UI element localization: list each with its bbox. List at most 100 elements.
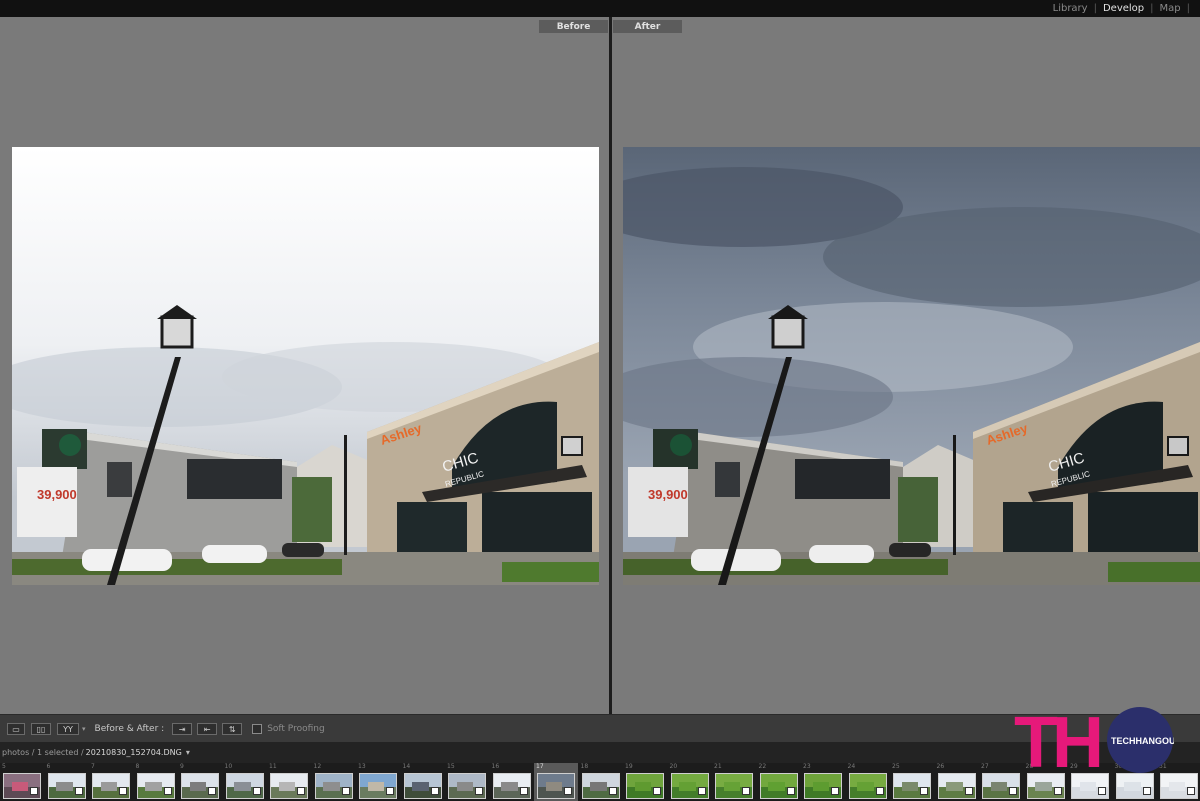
view-dropdown-arrow-icon[interactable]: ▾ <box>82 725 86 733</box>
edited-badge-icon <box>964 787 973 795</box>
billboard-price-after: 39,900 <box>648 487 688 502</box>
before-after-yy-button[interactable]: YY <box>57 723 79 735</box>
thumbnail-image <box>3 773 41 799</box>
edited-badge-icon <box>163 787 172 795</box>
soft-proofing-checkbox[interactable] <box>252 724 263 734</box>
selected-filename[interactable]: 20210830_152704.DNG <box>86 748 182 757</box>
logo-letters: TH <box>1014 707 1100 773</box>
filmstrip-thumbnail[interactable]: 7 <box>89 763 133 801</box>
before-photo[interactable]: 39,900 Ashley CHIC REPUBLIC <box>12 147 599 585</box>
copy-right-icon: ⇥ <box>178 724 186 734</box>
filmstrip-thumbnail[interactable]: 5 <box>0 763 44 801</box>
loupe-view-button[interactable]: ▭ <box>7 723 25 735</box>
edited-badge-icon <box>74 787 83 795</box>
edited-badge-icon <box>519 787 528 795</box>
filmstrip-thumbnail[interactable]: 11 <box>267 763 311 801</box>
thumbnail-image <box>448 773 486 799</box>
thumbnail-image <box>982 773 1020 799</box>
edited-badge-icon <box>786 787 795 795</box>
thumbnail-image <box>225 773 264 799</box>
edited-badge-icon <box>1142 787 1151 795</box>
thumbnail-number: 19 <box>625 763 633 770</box>
copy-before-to-after-button[interactable]: ⇥ <box>172 723 193 735</box>
module-separator: | <box>1186 3 1190 14</box>
thumbnail-image <box>937 773 976 799</box>
edited-badge-icon <box>564 787 572 795</box>
compare-view-button[interactable]: ▯▯ <box>31 723 51 735</box>
after-pane[interactable]: After 39,900 Ashley CHIC REPUBLIC <box>612 17 1200 714</box>
filmstrip-thumbnail[interactable]: 9 <box>178 763 222 801</box>
thumbnail-image <box>1115 773 1154 799</box>
filmstrip-thumbnail[interactable]: 19 <box>623 763 667 801</box>
filename-dropdown-icon[interactable]: ▾ <box>186 748 190 757</box>
thumbnail-number: 15 <box>447 763 455 770</box>
filmstrip-thumbnail[interactable]: 22 <box>757 763 801 801</box>
edited-badge-icon <box>297 787 305 795</box>
thumbnail-number: 9 <box>180 763 184 770</box>
edited-badge-icon <box>653 787 661 795</box>
edited-badge-icon <box>875 787 884 795</box>
thumbnail-number: 23 <box>803 763 811 770</box>
thumbnail-number: 24 <box>847 763 856 770</box>
loupe-icon: ▭ <box>12 724 20 734</box>
filmstrip-thumbnail[interactable]: 12 <box>312 763 356 801</box>
filmstrip-thumbnail[interactable]: 26 <box>935 763 979 801</box>
edited-badge-icon <box>742 787 750 795</box>
filmstrip-thumbnail[interactable]: 18 <box>579 763 623 801</box>
thumbnail-number: 21 <box>714 763 722 770</box>
thumbnail-image <box>136 773 175 799</box>
thumbnail-image <box>537 773 575 799</box>
after-photo[interactable]: 39,900 Ashley CHIC REPUBLIC <box>623 147 1200 585</box>
thumbnail-number: 10 <box>224 763 233 770</box>
soft-proofing-label: Soft Proofing <box>267 724 325 734</box>
filmstrip-thumbnail[interactable]: 25 <box>890 763 934 801</box>
copy-after-to-before-button[interactable]: ⇤ <box>197 723 218 735</box>
filmstrip-thumbnail[interactable]: 16 <box>490 763 534 801</box>
thumbnail-image <box>92 773 130 799</box>
module-picker: Library | Develop | Map | <box>1049 0 1200 17</box>
edited-badge-icon <box>30 787 38 795</box>
swap-before-after-button[interactable]: ⇅ <box>222 723 243 735</box>
filmstrip-thumbnail[interactable]: 24 <box>846 763 890 801</box>
edited-badge-icon <box>1009 787 1017 795</box>
filmstrip-thumbnail[interactable]: 23 <box>801 763 845 801</box>
thumbnail-number: 12 <box>313 763 322 770</box>
filmstrip-thumbnail[interactable]: 8 <box>134 763 178 801</box>
edited-badge-icon <box>475 787 483 795</box>
thumbnail-image <box>581 773 620 799</box>
filmstrip-thumbnail[interactable]: 21 <box>712 763 756 801</box>
thumbnail-image <box>1026 773 1065 799</box>
edited-badge-icon <box>430 787 439 795</box>
thumbnail-image <box>759 773 798 799</box>
edited-badge-icon <box>1098 787 1106 795</box>
edited-badge-icon <box>608 787 617 795</box>
edited-badge-icon <box>697 787 706 795</box>
filmstrip-thumbnail[interactable]: 20 <box>668 763 712 801</box>
before-pane[interactable]: Before 39,900 Ashley CHIC REPUBLIC <box>0 17 609 714</box>
thumbnail-image <box>47 773 86 799</box>
edited-badge-icon <box>1187 787 1195 795</box>
filmstrip-thumbnail[interactable]: 15 <box>445 763 489 801</box>
thumbnail-image <box>492 773 531 799</box>
edited-badge-icon <box>208 787 216 795</box>
thumbnail-image <box>804 773 842 799</box>
thumbnail-number: 14 <box>402 763 411 770</box>
module-separator: | <box>1093 3 1097 14</box>
thumbnail-number: 26 <box>936 763 945 770</box>
thumbnail-number: 18 <box>580 763 589 770</box>
thumbnail-number: 17 <box>536 763 544 770</box>
after-label: After <box>613 20 682 33</box>
thumbnail-number: 22 <box>758 763 767 770</box>
filmstrip-thumbnail[interactable]: 14 <box>401 763 445 801</box>
module-library[interactable]: Library <box>1049 3 1092 14</box>
module-map[interactable]: Map <box>1156 3 1185 14</box>
filmstrip-thumbnail[interactable]: 10 <box>223 763 267 801</box>
filmstrip-thumbnail[interactable]: 13 <box>356 763 400 801</box>
filmstrip-thumbnail[interactable]: 6 <box>45 763 89 801</box>
thumbnail-image <box>670 773 709 799</box>
module-develop[interactable]: Develop <box>1099 3 1148 14</box>
techhangout-logo: TH TECHHANGOUT <box>1014 703 1181 783</box>
module-bar: Library | Develop | Map | <box>0 0 1200 17</box>
filmstrip-thumbnail[interactable]: 17 <box>534 763 578 801</box>
edited-badge-icon <box>386 787 394 795</box>
